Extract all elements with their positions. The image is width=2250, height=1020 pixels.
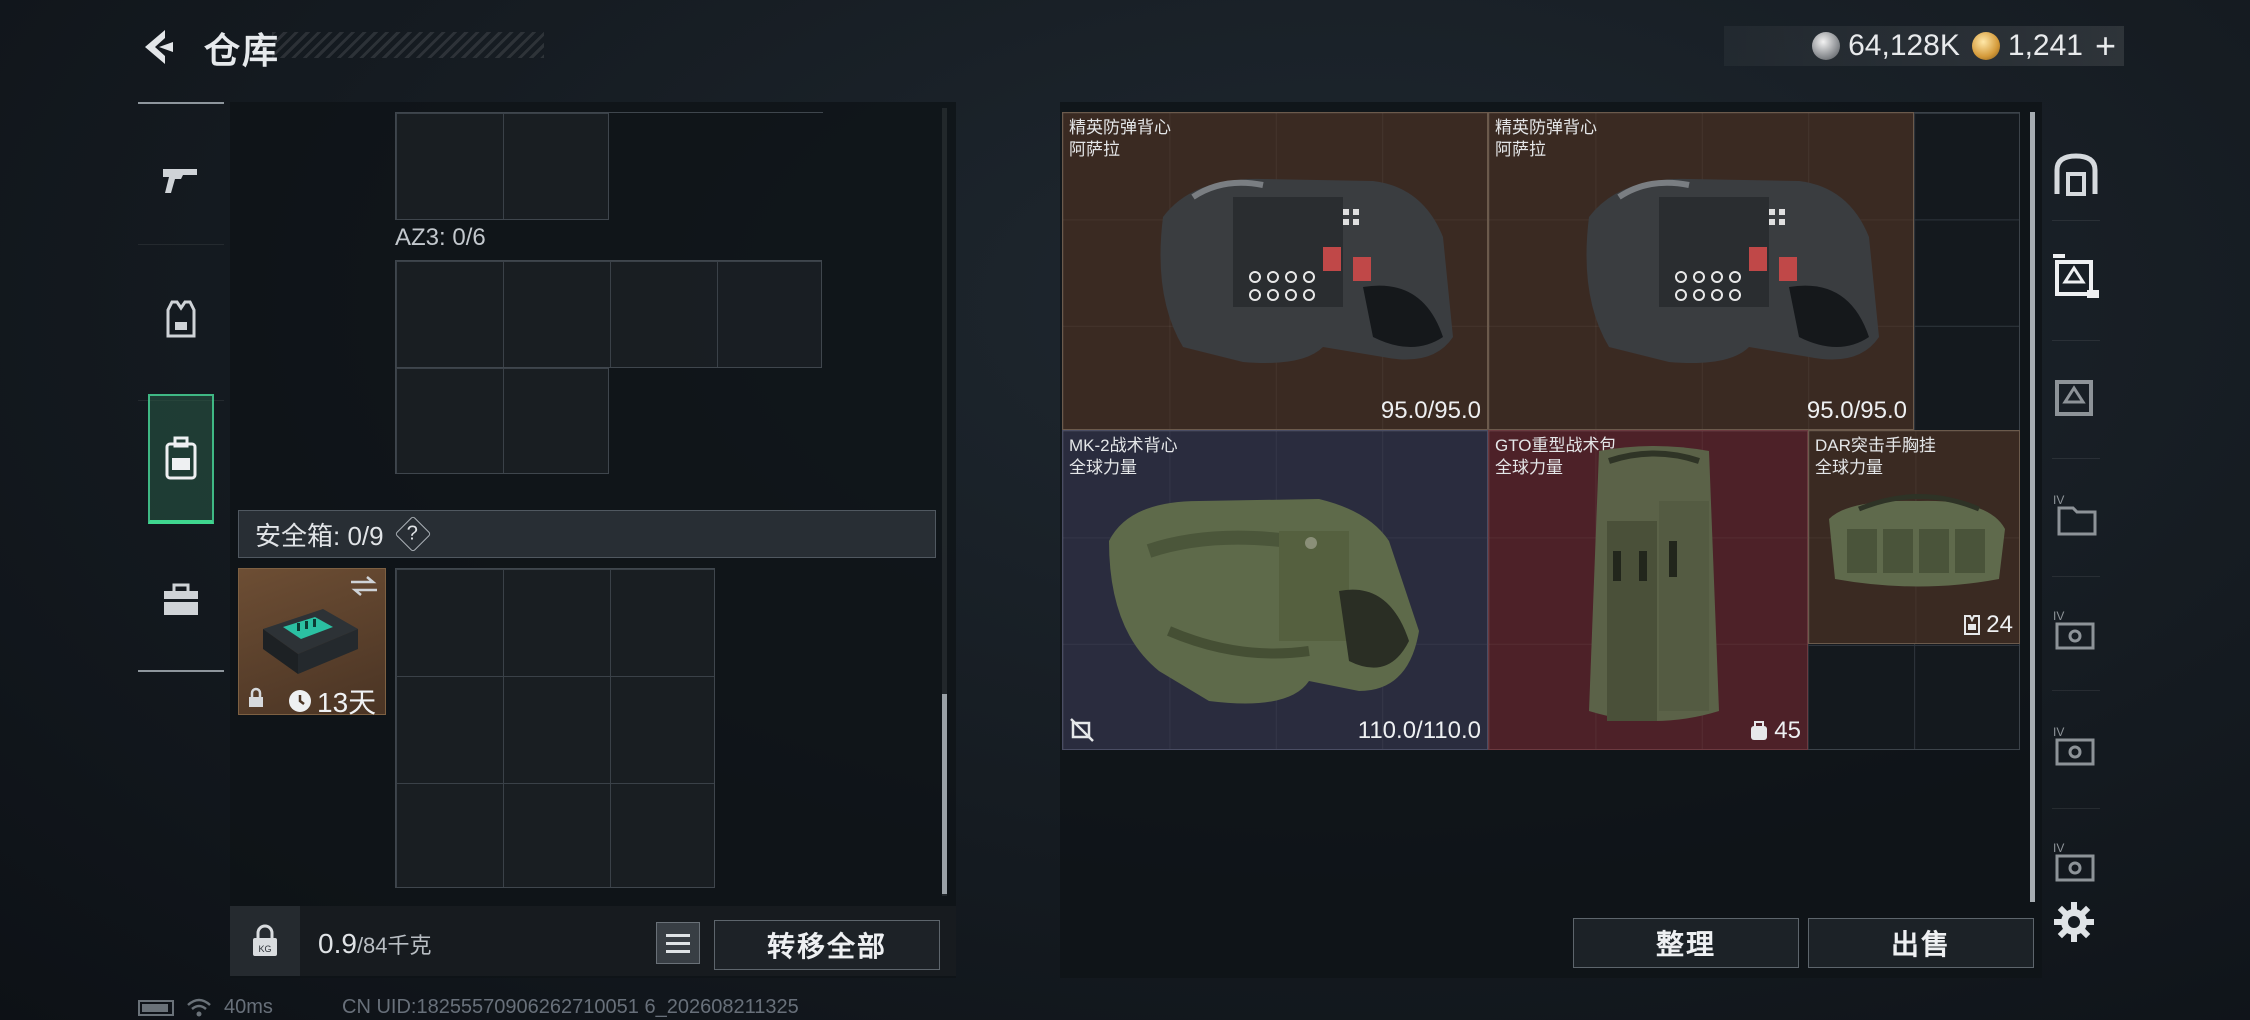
add-currency-button[interactable]: + [2095, 28, 2116, 64]
tab-warehouse-2[interactable] [2044, 240, 2108, 312]
tab-warehouse-4[interactable]: IV [2044, 478, 2108, 550]
armor-vest-image [1586, 178, 1879, 363]
storage-folder-icon: IV [2053, 493, 2097, 536]
armor-vest-icon [166, 300, 196, 338]
gold-coin-icon [1971, 32, 2000, 60]
silver-coin-icon [1812, 32, 1841, 60]
item-gto-heavy-backpack[interactable]: GTO重型战术包 全球力量 45 [1488, 430, 1808, 750]
weight-unit: /84千克 [356, 933, 432, 958]
item-brand: 阿萨拉 [1069, 140, 1120, 159]
wifi-icon [187, 998, 211, 1016]
settings-gear-icon[interactable] [2052, 900, 2096, 944]
svg-text:IV: IV [2053, 493, 2064, 507]
silver-amount: 64,128K [1848, 29, 1960, 62]
item-mk2-tactical-vest[interactable]: MK-2战术背心 全球力量 110.0/110.0 [1062, 430, 1488, 750]
svg-text:IV: IV [2053, 609, 2064, 623]
svg-text:KG: KG [258, 944, 271, 954]
storage-case-icon: IV [2053, 609, 2095, 650]
weight-readout: 0.9/84千克 [318, 928, 432, 960]
az3-capacity-label: AZ3: 0/6 [395, 224, 486, 251]
clock-icon [289, 690, 311, 712]
item-elite-vest-1[interactable]: 精英防弹背心 阿萨拉 95.0/95.0 [1062, 112, 1488, 430]
safe-case-time: 13天 [317, 687, 377, 718]
gold-currency: 1,241 [1971, 29, 2083, 63]
sell-button[interactable]: 出售 [1808, 918, 2034, 968]
pistol-icon [163, 169, 197, 193]
item-brand: 全球力量 [1495, 458, 1563, 477]
tab-weapons[interactable] [138, 120, 224, 240]
tab-warehouse-6[interactable]: IV [2044, 710, 2108, 782]
capacity-value: 45 [1774, 717, 1801, 744]
ping-value: 40ms [224, 996, 273, 1018]
backpack-capacity-icon [1751, 721, 1768, 740]
safe-box-header: 安全箱: 0/9 ? [238, 510, 936, 558]
silver-currency: 64,128K [1812, 29, 1960, 63]
tab-armor[interactable] [138, 260, 224, 380]
item-dar-chest-rig[interactable]: DAR突击手胸挂 全球力量 24 [1808, 430, 2020, 644]
safe-case-image [263, 609, 358, 674]
lock-icon [249, 687, 263, 707]
weight-lock-button[interactable]: KG [230, 906, 300, 976]
item-brand: 全球力量 [1815, 458, 1883, 477]
durability-value: 110.0/110.0 [1357, 717, 1481, 744]
item-name: 精英防弹背心 [1069, 118, 1171, 137]
warehouse-tabs: IV IV IV IV [2044, 128, 2108, 898]
help-icon[interactable]: ? [394, 515, 431, 553]
safe-case-item[interactable]: 13天 [238, 568, 386, 718]
item-name: 精英防弹背心 [1495, 118, 1597, 137]
item-brand: 阿萨拉 [1495, 140, 1546, 159]
tab-backpack[interactable] [148, 394, 214, 524]
storage-case-icon: IV [2053, 725, 2095, 766]
toolbox-icon [164, 583, 198, 615]
item-name: DAR突击手胸挂 [1815, 436, 1936, 455]
durability-value: 95.0/95.0 [1380, 397, 1481, 424]
user-uid: CN UID:18255570906262710051 6_2026082113… [342, 996, 799, 1018]
svg-text:IV: IV [2053, 841, 2064, 855]
transfer-all-button[interactable]: 转移全部 [714, 920, 940, 970]
tab-misc[interactable] [138, 540, 224, 660]
warehouse-icon [2054, 153, 2098, 196]
item-name: MK-2战术背心 [1069, 436, 1178, 455]
sort-button[interactable]: 整理 [1573, 918, 1799, 968]
durability-value: 95.0/95.0 [1806, 397, 1907, 424]
backpack-icon [165, 436, 197, 480]
tab-warehouse-5[interactable]: IV [2044, 594, 2108, 666]
storage-box-icon [2053, 254, 2099, 298]
swap-icon[interactable] [349, 575, 379, 597]
tab-warehouse-main[interactable] [2044, 138, 2108, 210]
currency-bar: 64,128K 1,241 + [1724, 26, 2124, 66]
right-scrollbar[interactable] [2030, 112, 2035, 902]
title-stripe-decoration [272, 32, 544, 58]
tab-warehouse-3[interactable] [2044, 360, 2108, 432]
storage-box-icon [2055, 380, 2093, 416]
gold-amount: 1,241 [2007, 29, 2083, 62]
page-title: 仓库 [204, 30, 281, 71]
az3-grid-bottom[interactable] [395, 367, 609, 474]
no-insurance-icon [1070, 718, 1094, 742]
back-icon[interactable] [135, 24, 181, 70]
kg-lock-icon: KG [253, 924, 277, 956]
chest-rig-image [1829, 494, 2005, 587]
armor-vest-image [1160, 178, 1453, 363]
pocket-grid[interactable] [395, 112, 609, 220]
chest-rig-capacity-icon [1964, 615, 1981, 635]
tactical-vest-image [1109, 499, 1419, 704]
item-elite-vest-2[interactable]: 精英防弹背心 阿萨拉 95.0/95.0 [1488, 112, 1914, 430]
heavy-backpack-image [1589, 446, 1719, 721]
capacity-value: 24 [1986, 611, 2013, 638]
left-scrollbar-thumb[interactable] [942, 694, 947, 894]
tab-warehouse-7[interactable]: IV [2044, 826, 2108, 898]
az3-grid-top[interactable] [395, 260, 822, 368]
weight-value: 0.9 [318, 928, 357, 959]
storage-case-icon: IV [2053, 841, 2095, 882]
battery-icon [138, 999, 174, 1016]
left-category-tabs [138, 102, 224, 672]
safe-box-label: 安全箱: 0/9 [255, 520, 384, 551]
status-bar: 40ms [138, 996, 273, 1019]
safe-box-grid[interactable] [395, 568, 715, 888]
list-view-button[interactable] [656, 922, 700, 964]
svg-text:IV: IV [2053, 725, 2064, 739]
